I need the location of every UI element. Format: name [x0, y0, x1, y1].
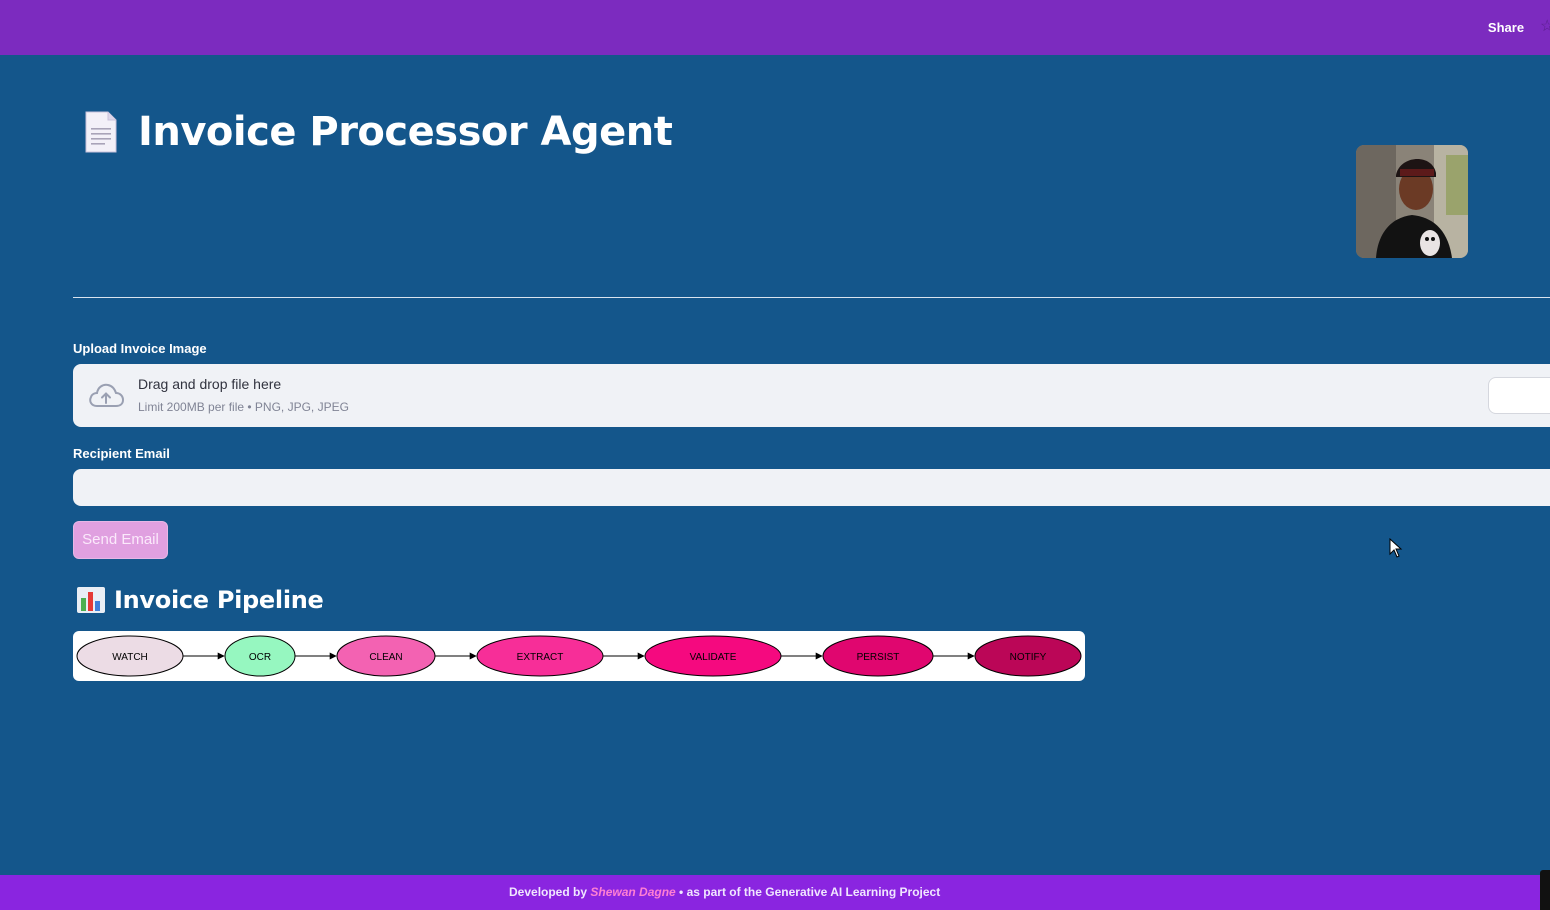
pipeline-node-label: EXTRACT — [517, 652, 564, 663]
file-dropzone[interactable]: Drag and drop file here Limit 200MB per … — [73, 364, 1550, 427]
document-icon — [82, 110, 120, 154]
pipeline-node-label: PERSIST — [857, 652, 900, 663]
footer-suffix: • as part of the Generative AI Learning … — [675, 885, 941, 899]
dropzone-instruction: Drag and drop file here — [138, 376, 282, 392]
dropzone-limit: Limit 200MB per file • PNG, JPG, JPEG — [138, 400, 349, 414]
email-label: Recipient Email — [73, 446, 170, 461]
footer-author-link[interactable]: Shewan Dagne — [590, 885, 675, 899]
pipeline-node-label: VALIDATE — [690, 652, 737, 663]
bar-chart-icon — [76, 586, 106, 614]
pipeline-node-label: OCR — [249, 652, 271, 663]
corner-widget — [1540, 870, 1550, 910]
star-icon[interactable]: ☆ — [1540, 17, 1550, 37]
mouse-cursor-icon — [1389, 537, 1403, 558]
pipeline-svg: WATCH OCR CLEAN EXTRACT VALIDATE PERSIST NOTIF… — [76, 635, 1082, 677]
pipeline-title: Invoice Pipeline — [114, 586, 324, 614]
footer-prefix: Developed by — [509, 885, 591, 899]
pipeline-diagram: WATCH OCR CLEAN EXTRACT VALIDATE PERSIST NOTIF… — [73, 631, 1085, 681]
footer: Developed by Shewan Dagne • as part of t… — [0, 875, 1550, 910]
send-email-button[interactable]: Send Email — [73, 521, 168, 559]
recipient-email-input[interactable] — [73, 469, 1550, 506]
avatar — [1356, 145, 1468, 258]
pipeline-node-label: NOTIFY — [1010, 652, 1047, 663]
browse-files-button[interactable] — [1488, 377, 1550, 414]
section-divider — [73, 297, 1550, 298]
top-bar: Share ☆ — [0, 0, 1550, 55]
page-title: Invoice Processor Agent — [138, 109, 673, 155]
pipeline-node-label: WATCH — [112, 652, 148, 663]
cloud-upload-icon — [87, 382, 125, 410]
upload-label: Upload Invoice Image — [73, 341, 207, 356]
pipeline-node-label: CLEAN — [369, 652, 402, 663]
share-button[interactable]: Share — [1478, 18, 1534, 38]
